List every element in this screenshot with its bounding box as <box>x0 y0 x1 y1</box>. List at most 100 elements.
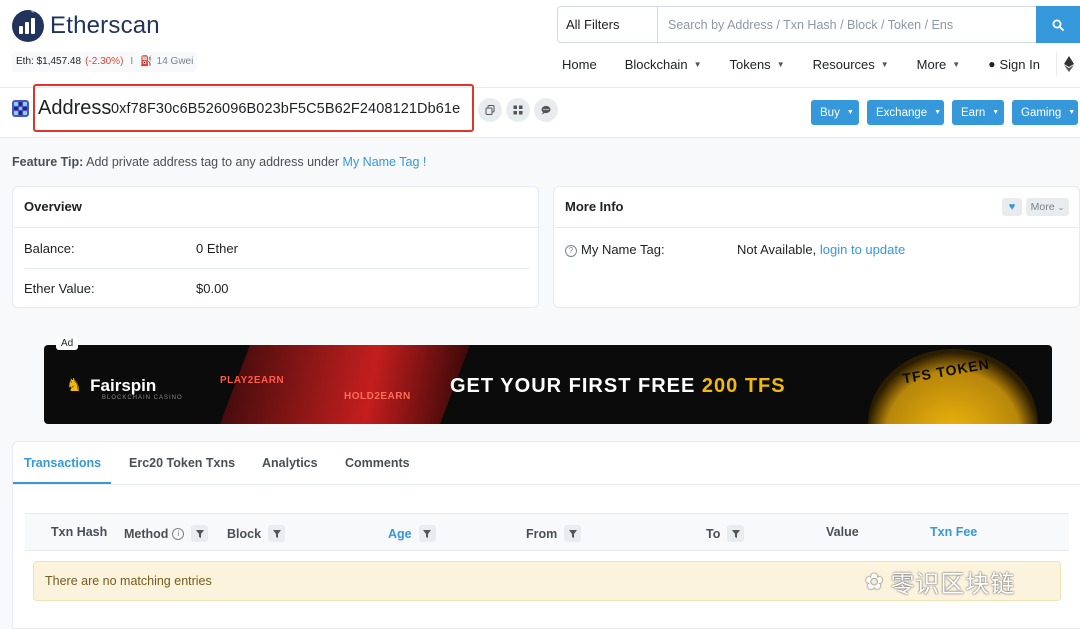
nav-more[interactable]: More ▼ <box>917 57 961 72</box>
overview-card: Overview Balance: 0 Ether Ether Value: $… <box>12 186 540 308</box>
login-to-update-link[interactable]: login to update <box>820 242 905 257</box>
column-from-label: From <box>526 526 558 541</box>
search-bar: All Filters <box>557 6 1080 43</box>
column-value: Value <box>826 525 859 539</box>
chevron-down-icon: ▼ <box>1068 109 1076 116</box>
tab-erc20-token-txns[interactable]: Erc20 Token Txns <box>129 456 235 470</box>
exchange-button[interactable]: Exchange ▼ <box>867 100 944 125</box>
chat-bubble-icon <box>541 105 551 115</box>
chevron-down-icon: ▼ <box>776 59 785 69</box>
column-from: From <box>526 525 582 542</box>
overview-title: Overview <box>24 199 82 214</box>
ethereum-icon <box>1063 56 1074 72</box>
name-tag-label-wrapper: ? My Name Tag: <box>565 242 665 257</box>
etherscan-logo[interactable]: Etherscan <box>12 10 160 42</box>
gaming-button-label: Gaming <box>1021 106 1062 119</box>
nav-resources-label: Resources <box>812 56 875 72</box>
logo-text: Etherscan <box>50 12 160 39</box>
filter-icon[interactable] <box>268 525 286 542</box>
column-txn-fee[interactable]: Txn Fee <box>930 525 977 539</box>
chevron-down-icon: ▼ <box>992 109 1000 116</box>
gaming-button[interactable]: Gaming ▼ <box>1012 100 1078 125</box>
tfs-coin-graphic <box>868 349 1038 424</box>
column-method: Method i <box>124 525 209 542</box>
lion-icon: ♞ <box>66 375 83 395</box>
chevron-down-icon: ▼ <box>846 109 854 116</box>
my-name-tag-link[interactable]: My Name Tag ! <box>343 155 427 169</box>
ticker-separator: I <box>130 56 134 67</box>
address-header: Address 0xf78F30c6B526096B023bF5C5B62F24… <box>0 84 1080 138</box>
question-circle-icon[interactable]: ? <box>565 244 577 257</box>
nav-blockchain[interactable]: Blockchain ▼ <box>625 57 702 72</box>
chevron-down-icon: ▼ <box>880 59 889 69</box>
watermark: ✿ 零识区块链 <box>865 564 1015 599</box>
search-button[interactable] <box>1036 6 1080 43</box>
heart-icon: ♥ <box>1008 201 1016 213</box>
nav-tokens[interactable]: Tokens ▼ <box>729 57 784 72</box>
buy-button[interactable]: Buy ▼ <box>811 100 859 125</box>
divider <box>554 227 1080 228</box>
divider <box>13 227 540 228</box>
nav-home[interactable]: Home <box>562 57 597 72</box>
more-info-dropdown[interactable]: More ⌄ <box>1026 198 1069 216</box>
nav-blockchain-label: Blockchain <box>624 56 688 72</box>
filter-icon[interactable] <box>727 525 745 542</box>
ether-value: $0.00 <box>196 281 229 296</box>
tab-comments[interactable]: Comments <box>345 456 410 470</box>
nav-more-label: More <box>916 56 947 72</box>
tab-transactions[interactable]: Transactions <box>24 456 101 470</box>
gas-price[interactable]: 14 Gwei <box>157 52 194 72</box>
nav-resources[interactable]: Resources ▼ <box>813 57 889 72</box>
ad-banner[interactable]: ♞ Fairspin BLOCKCHAIN CASINO PLAY2EARN HO… <box>44 345 1052 424</box>
column-to: To <box>706 525 745 542</box>
ad-headline-main: GET YOUR FIRST FREE <box>450 375 696 397</box>
comment-button[interactable] <box>534 98 558 122</box>
column-block-label: Block <box>227 526 262 541</box>
filter-icon[interactable] <box>564 525 582 542</box>
eth-price[interactable]: Eth: $1,457.48 <box>16 52 81 72</box>
table-header: Txn Hash Method i Block Age From To Value… <box>25 513 1069 551</box>
nav-sign-in[interactable]: ● Sign In <box>988 57 1040 72</box>
ether-value-label: Ether Value: <box>24 281 95 296</box>
more-info-card: More Info ♥ More ⌄ ? My Name Tag: Not Avai… <box>553 186 1080 308</box>
ad-brand: ♞ Fairspin <box>66 375 156 396</box>
network-switch-button[interactable] <box>1056 52 1080 76</box>
user-circle-icon: ● <box>988 57 996 71</box>
feature-tip-text: Add private address tag to any address u… <box>86 155 340 169</box>
earn-button[interactable]: Earn ▼ <box>952 100 1004 125</box>
copy-address-button[interactable] <box>478 98 502 122</box>
column-method-label: Method <box>124 526 169 541</box>
tab-analytics[interactable]: Analytics <box>262 456 318 470</box>
ad-brand-name: Fairspin <box>90 375 157 395</box>
search-filter-select[interactable]: All Filters <box>558 7 658 42</box>
filter-icon[interactable] <box>418 525 436 542</box>
ad-hold2earn: HOLD2EARN <box>344 391 411 402</box>
nav-sign-in-label: Sign In <box>999 56 1040 72</box>
name-tag-label: My Name Tag: <box>581 242 665 257</box>
ad-label: Ad <box>56 337 79 350</box>
chevron-down-icon: ▼ <box>934 109 942 116</box>
more-info-dropdown-label: More <box>1030 201 1055 213</box>
qr-code-button[interactable] <box>506 98 530 122</box>
transactions-panel: Transactions Erc20 Token Txns Analytics … <box>12 441 1080 629</box>
search-input[interactable] <box>658 7 1036 42</box>
wechat-icon: ✿ <box>865 568 885 594</box>
feature-tip-prefix: Feature Tip: <box>12 155 84 169</box>
buy-button-label: Buy <box>820 106 840 119</box>
filter-icon[interactable] <box>191 525 209 542</box>
divider <box>24 268 529 269</box>
address-identicon <box>12 100 29 117</box>
ad-play2earn: PLAY2EARN <box>220 375 285 386</box>
column-block: Block <box>227 525 286 542</box>
qr-code-icon <box>513 105 523 115</box>
favorite-button[interactable]: ♥ <box>1002 198 1022 216</box>
feature-tip: Feature Tip: Add private address tag to … <box>12 155 426 169</box>
divider <box>13 484 1080 485</box>
column-age-label[interactable]: Age <box>388 527 412 541</box>
search-icon <box>1052 19 1064 31</box>
address-hash: 0xf78F30c6B526096B023bF5C5B62F2408121Db6… <box>111 101 461 117</box>
info-circle-icon[interactable]: i <box>172 527 185 540</box>
balance-label: Balance: <box>24 241 75 256</box>
name-tag-value-wrapper: Not Available, login to update <box>737 242 905 257</box>
chevron-down-icon: ▼ <box>693 59 702 69</box>
